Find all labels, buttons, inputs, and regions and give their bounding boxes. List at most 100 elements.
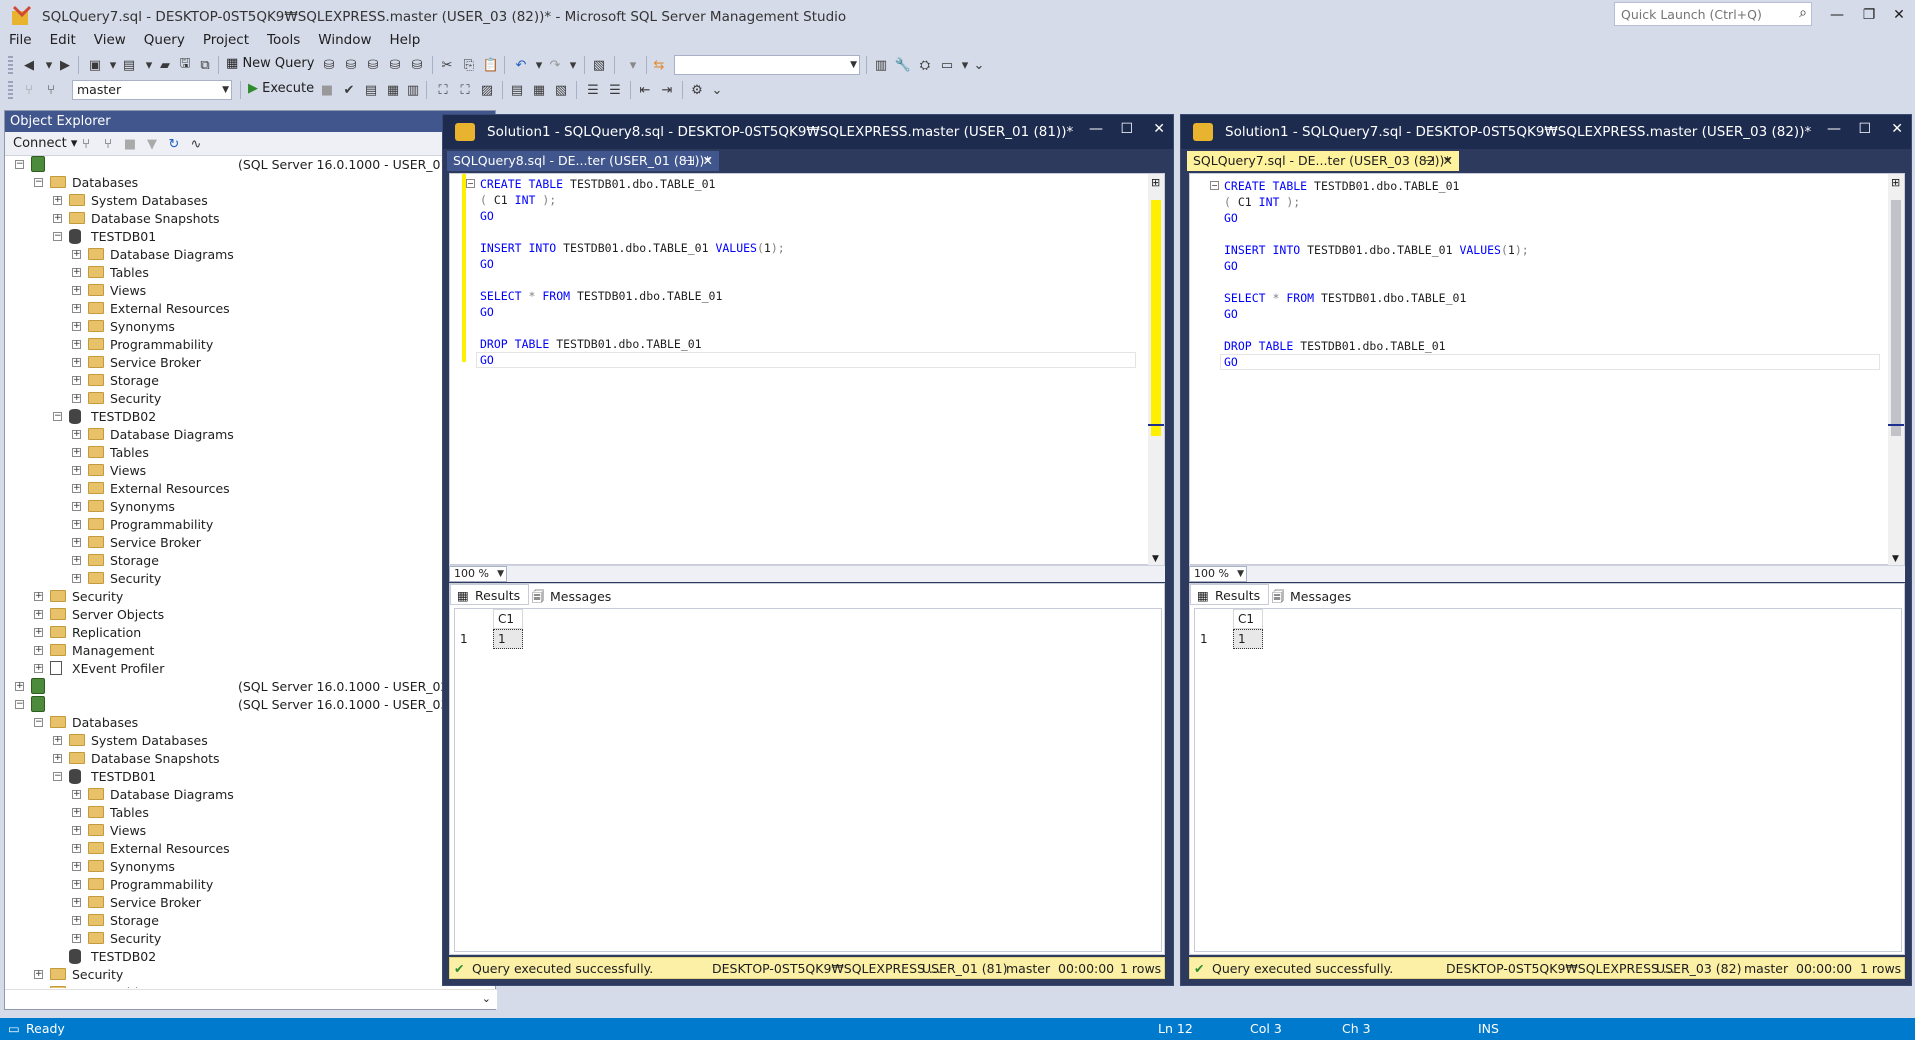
live-stats-icon[interactable]: ⛶ bbox=[456, 81, 474, 99]
collapse-icon[interactable]: − bbox=[34, 178, 43, 187]
connect-button[interactable]: Connect ▾ bbox=[13, 136, 77, 151]
increase-indent-icon[interactable]: ⇥ bbox=[658, 81, 676, 99]
expand-icon[interactable]: + bbox=[34, 970, 43, 979]
xmla-query-icon[interactable]: ⛁ bbox=[408, 56, 426, 74]
toolbar-overflow-icon[interactable]: ⌄ bbox=[970, 56, 988, 74]
tree-node[interactable]: − Databases bbox=[5, 174, 495, 192]
expand-icon[interactable]: + bbox=[72, 358, 81, 367]
expand-icon[interactable]: + bbox=[72, 286, 81, 295]
expand-icon[interactable]: + bbox=[72, 844, 81, 853]
zoom-combo[interactable]: 100 % ▼ bbox=[1189, 566, 1247, 582]
quick-launch[interactable]: ⌕ bbox=[1614, 2, 1812, 26]
maximize-button[interactable]: ☐ bbox=[1858, 121, 1871, 137]
expand-icon[interactable]: + bbox=[72, 556, 81, 565]
window-icon[interactable]: ▭ bbox=[938, 56, 956, 74]
query-tab[interactable]: SQLQuery8.sql - DE...ter (USER_01 (81))*… bbox=[447, 151, 719, 171]
solution-explorer-icon[interactable]: ▥ bbox=[872, 56, 890, 74]
tree-node[interactable]: + XEvent Profiler bbox=[5, 660, 495, 678]
copy-icon[interactable]: ⎘ bbox=[460, 56, 478, 74]
tree-node[interactable]: + Views bbox=[5, 462, 495, 480]
tree-node[interactable]: + Database Diagrams bbox=[5, 786, 495, 804]
menu-window[interactable]: Window bbox=[309, 30, 380, 50]
save-icon[interactable]: 🖫 bbox=[176, 56, 194, 74]
tree-node[interactable]: + Management bbox=[5, 642, 495, 660]
code-line[interactable]: GO bbox=[1224, 258, 1238, 274]
tree-node[interactable]: +Server Objects bbox=[5, 984, 495, 988]
expand-icon[interactable]: + bbox=[72, 520, 81, 529]
expand-icon[interactable]: + bbox=[72, 826, 81, 835]
expand-icon[interactable]: + bbox=[72, 808, 81, 817]
scrollbar-thumb[interactable] bbox=[1151, 200, 1161, 436]
code-line[interactable]: SELECT * FROM TESTDB01.dbo.TABLE_01 bbox=[480, 288, 722, 304]
tree-node[interactable]: + Security bbox=[5, 966, 495, 984]
expand-icon[interactable]: + bbox=[53, 754, 62, 763]
toolbar-overflow-icon[interactable]: ⌄ bbox=[708, 81, 726, 99]
expand-icon[interactable]: + bbox=[34, 592, 43, 601]
pin-icon[interactable]: ⊣ bbox=[684, 151, 695, 171]
tree-node[interactable]: + System Databases bbox=[5, 732, 495, 750]
menu-project[interactable]: Project bbox=[194, 30, 258, 50]
collapse-icon[interactable]: − bbox=[53, 772, 62, 781]
expand-icon[interactable]: + bbox=[72, 898, 81, 907]
find-combo[interactable]: ▼ bbox=[674, 55, 860, 75]
tree-node[interactable]: + Synonyms bbox=[5, 498, 495, 516]
code-line[interactable]: GO bbox=[1224, 210, 1238, 226]
tree-node[interactable]: + (SQL Server 16.0.1000 - USER_02) bbox=[5, 678, 495, 696]
menu-edit[interactable]: Edit bbox=[41, 30, 85, 50]
results-grid[interactable]: C1 1 1 bbox=[454, 608, 1162, 952]
tree-node[interactable]: + Storage bbox=[5, 552, 495, 570]
tree-node[interactable]: − TESTDB02 bbox=[5, 408, 495, 426]
results-tab[interactable]: ▦ Results bbox=[450, 584, 530, 605]
expand-icon[interactable]: + bbox=[72, 448, 81, 457]
tree-node[interactable]: + Database Snapshots bbox=[5, 750, 495, 768]
messages-tab[interactable]: 🗐 Messages bbox=[1266, 586, 1359, 607]
properties-icon[interactable]: 🔧 bbox=[894, 56, 912, 74]
collapse-icon[interactable]: − bbox=[15, 160, 24, 169]
client-stats-icon[interactable]: ▨ bbox=[478, 81, 496, 99]
results-to-text-icon[interactable]: ▤ bbox=[508, 81, 526, 99]
vertical-scrollbar[interactable]: ⊞ ▼ bbox=[1148, 174, 1164, 566]
collapse-icon[interactable]: − bbox=[15, 700, 24, 709]
tree-node[interactable]: + Database Diagrams bbox=[5, 246, 495, 264]
cut-icon[interactable]: ✂ bbox=[438, 56, 456, 74]
close-button[interactable]: ✕ bbox=[1891, 121, 1903, 137]
tree-node[interactable]: +Server Objects bbox=[5, 606, 495, 624]
dropdown-icon[interactable]: ▾ bbox=[564, 56, 582, 74]
tree-node[interactable]: + Service Broker bbox=[5, 894, 495, 912]
horizontal-scrollbar[interactable]: ⌄ bbox=[5, 989, 497, 1009]
connect-icon[interactable]: ⑂ bbox=[20, 81, 38, 99]
collapse-icon[interactable]: − bbox=[34, 718, 43, 727]
menu-help[interactable]: Help bbox=[381, 30, 430, 50]
menu-tools[interactable]: Tools bbox=[258, 30, 309, 50]
execute-button[interactable]: ▶ Execute bbox=[248, 81, 314, 96]
code-line[interactable]: CREATE TABLE TESTDB01.dbo.TABLE_01 bbox=[480, 176, 715, 192]
dmx-query-icon[interactable]: ⛁ bbox=[386, 56, 404, 74]
expand-icon[interactable]: + bbox=[72, 466, 81, 475]
change-connection-icon[interactable]: ⑂ bbox=[42, 81, 60, 99]
collapse-icon[interactable]: − bbox=[1210, 181, 1219, 190]
mdx-query-icon[interactable]: ⛁ bbox=[364, 56, 382, 74]
connect-icon[interactable]: ⑂ bbox=[77, 135, 95, 153]
expand-icon[interactable]: + bbox=[72, 268, 81, 277]
code-line[interactable]: SELECT * FROM TESTDB01.dbo.TABLE_01 bbox=[1224, 290, 1466, 306]
estimated-plan-icon[interactable]: ▤ bbox=[362, 81, 380, 99]
analysis-query-icon[interactable]: ⛁ bbox=[342, 56, 360, 74]
expand-icon[interactable]: + bbox=[53, 214, 62, 223]
expand-icon[interactable]: + bbox=[53, 736, 62, 745]
disconnect-icon[interactable]: ⑂ bbox=[99, 135, 117, 153]
expand-icon[interactable]: + bbox=[34, 628, 43, 637]
results-grid[interactable]: C1 1 1 bbox=[1194, 608, 1902, 952]
results-to-file-icon[interactable]: ▧ bbox=[552, 81, 570, 99]
tree-node[interactable]: − TESTDB01 bbox=[5, 228, 495, 246]
grid-cell[interactable]: 1 bbox=[493, 629, 523, 649]
stop-icon[interactable]: ■ bbox=[121, 135, 139, 153]
uncomment-icon[interactable]: ☰ bbox=[606, 81, 624, 99]
split-icon[interactable]: ⊞ bbox=[1891, 176, 1900, 189]
chevron-down-icon[interactable]: ▼ bbox=[1892, 554, 1899, 564]
expand-icon[interactable]: + bbox=[72, 502, 81, 511]
comment-icon[interactable]: ☰ bbox=[584, 81, 602, 99]
collapse-icon[interactable]: − bbox=[53, 232, 62, 241]
forward-icon[interactable]: ▶ bbox=[56, 56, 74, 74]
tree-node[interactable]: TESTDB02 bbox=[5, 948, 495, 966]
code-line[interactable]: INSERT INTO TESTDB01.dbo.TABLE_01 VALUES… bbox=[480, 240, 785, 256]
